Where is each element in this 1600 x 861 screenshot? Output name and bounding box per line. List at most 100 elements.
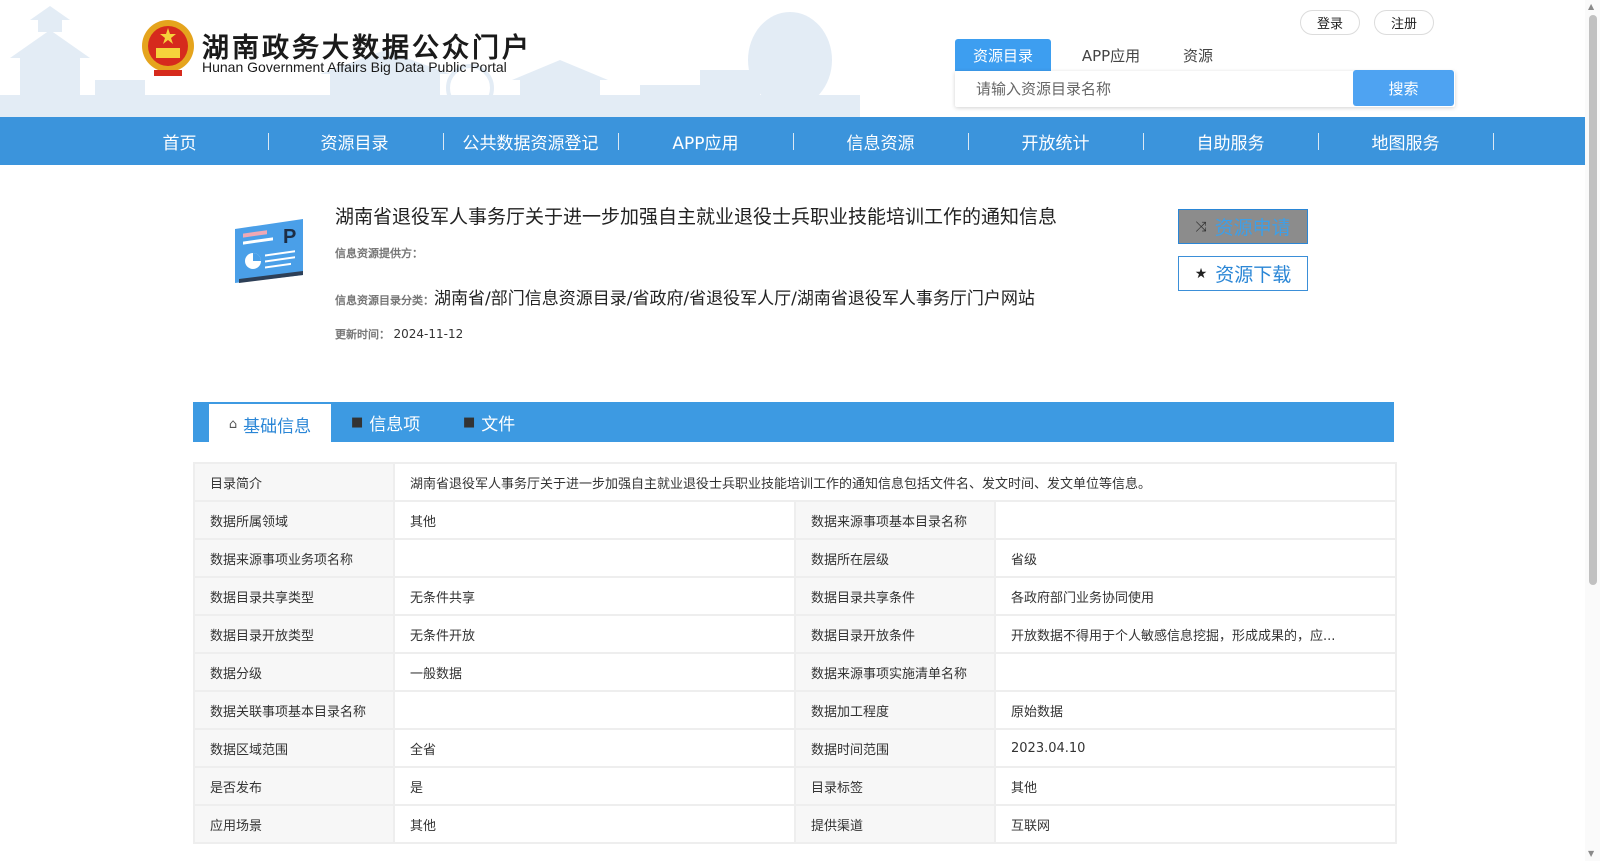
scrollbar-thumb[interactable] <box>1589 15 1597 585</box>
field-value: 其他 <box>393 500 796 540</box>
field-value: 其他 <box>393 804 796 844</box>
field-value <box>994 500 1397 540</box>
field-label: 数据区域范围 <box>193 728 395 768</box>
nav-separator <box>1493 133 1494 150</box>
nav-item-open-stats[interactable]: 开放统计 <box>968 117 1143 165</box>
field-label: 数据目录共享类型 <box>193 576 395 616</box>
field-label: 应用场景 <box>193 804 395 844</box>
field-label: 数据所在层级 <box>794 538 996 578</box>
search-tab-app[interactable]: APP应用 <box>1063 39 1159 71</box>
document-icon: P <box>235 219 303 283</box>
field-value <box>994 652 1397 692</box>
table-row: 数据来源事项业务项名称 数据所在层级 省级 <box>193 538 1397 578</box>
site-header: 湖南政务大数据公众门户 Hunan Government Affairs Big… <box>0 0 1585 117</box>
field-label: 数据分级 <box>193 652 395 692</box>
field-value: 互联网 <box>994 804 1397 844</box>
table-row: 数据目录开放类型 无条件开放 数据目录开放条件 开放数据不得用于个人敏感信息挖掘… <box>193 614 1397 654</box>
category-label: 信息资源目录分类： <box>335 294 434 307</box>
page-scrollbar[interactable]: ▲ ▼ <box>1585 0 1600 861</box>
star-icon: ★ <box>1194 265 1208 282</box>
intro-label: 目录简介 <box>193 462 395 502</box>
portal-logo-subtitle: Hunan Government Affairs Big Data Public… <box>202 59 507 75</box>
resource-download-button[interactable]: ★ 资源下载 <box>1178 256 1308 291</box>
scroll-down-icon[interactable]: ▼ <box>1588 849 1594 858</box>
nav-item-home[interactable]: 首页 <box>92 117 267 165</box>
category-value: 湖南省/部门信息资源目录/省政府/省退役军人厅/湖南省退役军人事务厅门户网站 <box>434 289 1035 309</box>
field-value: 其他 <box>994 766 1397 806</box>
table-row: 数据目录共享类型 无条件共享 数据目录共享条件 各政府部门业务协同使用 <box>193 576 1397 616</box>
nav-item-info-resource[interactable]: 信息资源 <box>793 117 968 165</box>
field-value <box>393 538 796 578</box>
tab-basic-info-label: 基础信息 <box>243 416 312 437</box>
field-value: 原始数据 <box>994 690 1397 730</box>
provider-field: 信息资源提供方： <box>335 245 423 261</box>
field-label: 是否发布 <box>193 766 395 806</box>
field-label: 提供渠道 <box>794 804 996 844</box>
field-label: 数据关联事项基本目录名称 <box>193 690 395 730</box>
tab-basic-info[interactable]: ⌂ 基础信息 <box>209 404 331 444</box>
intro-value: 湖南省退役军人事务厅关于进一步加强自主就业退役士兵职业技能培训工作的通知信息包括… <box>393 462 1397 502</box>
field-value: 各政府部门业务协同使用 <box>994 576 1397 616</box>
table-row: 数据分级 一般数据 数据来源事项实施清单名称 <box>193 652 1397 692</box>
table-row: 目录简介 湖南省退役军人事务厅关于进一步加强自主就业退役士兵职业技能培训工作的通… <box>193 462 1397 502</box>
field-label: 数据所属领域 <box>193 500 395 540</box>
search-tab-resource[interactable]: 资源 <box>1162 39 1234 71</box>
field-value: 2023.04.10 <box>994 728 1397 768</box>
login-button[interactable]: 登录 <box>1300 10 1360 35</box>
field-label: 数据目录开放类型 <box>193 614 395 654</box>
field-label: 数据目录共享条件 <box>794 576 996 616</box>
nav-item-map-service[interactable]: 地图服务 <box>1318 117 1493 165</box>
folder-icon: ■ <box>351 414 364 430</box>
field-value: 全省 <box>393 728 796 768</box>
field-label: 数据加工程度 <box>794 690 996 730</box>
table-row: 数据区域范围 全省 数据时间范围 2023.04.10 <box>193 728 1397 768</box>
updated-label: 更新时间： <box>335 328 390 341</box>
field-value: 开放数据不得用于个人敏感信息挖掘，形成成果的，应... <box>994 614 1397 654</box>
field-label: 数据来源事项业务项名称 <box>193 538 395 578</box>
tab-info-items-label: 信息项 <box>369 414 421 435</box>
basic-info-table: 目录简介 湖南省退役军人事务厅关于进一步加强自主就业退役士兵职业技能培训工作的通… <box>193 462 1397 844</box>
provider-label: 信息资源提供方： <box>335 247 423 260</box>
updated-field: 更新时间： 2024-11-12 <box>335 326 463 342</box>
tab-files[interactable]: ■ 文件 <box>463 402 515 442</box>
table-row: 数据关联事项基本目录名称 数据加工程度 原始数据 <box>193 690 1397 730</box>
table-row: 数据所属领域 其他 数据来源事项基本目录名称 <box>193 500 1397 540</box>
field-label: 数据来源事项实施清单名称 <box>794 652 996 692</box>
tab-files-label: 文件 <box>481 414 516 435</box>
updated-value: 2024-11-12 <box>393 327 464 341</box>
search-input[interactable] <box>955 71 1353 107</box>
tab-info-items[interactable]: ■ 信息项 <box>351 402 420 442</box>
search-box: 搜索 <box>955 70 1455 107</box>
category-field: 信息资源目录分类：湖南省/部门信息资源目录/省政府/省退役军人厅/湖南省退役军人… <box>335 284 1035 309</box>
field-label: 目录标签 <box>794 766 996 806</box>
field-value: 无条件共享 <box>393 576 796 616</box>
home-icon: ⌂ <box>228 416 238 432</box>
main-nav: 首页 资源目录 公共数据资源登记 APP应用 信息资源 开放统计 自助服务 地图… <box>0 117 1585 165</box>
nav-item-self-service[interactable]: 自助服务 <box>1143 117 1318 165</box>
field-label: 数据时间范围 <box>794 728 996 768</box>
resource-download-label: 资源下载 <box>1215 264 1292 286</box>
detail-tabbar: ⌂ 基础信息 ■ 信息项 ■ 文件 <box>193 402 1394 444</box>
field-label: 数据来源事项基本目录名称 <box>794 500 996 540</box>
field-value: 是 <box>393 766 796 806</box>
folder-icon: ■ <box>463 414 476 430</box>
table-row: 应用场景 其他 提供渠道 互联网 <box>193 804 1397 844</box>
nav-item-catalog[interactable]: 资源目录 <box>267 117 442 165</box>
nav-item-public-data-register[interactable]: 公共数据资源登记 <box>443 117 618 165</box>
field-value: 一般数据 <box>393 652 796 692</box>
national-emblem-icon <box>142 20 194 76</box>
page-title: 湖南省退役军人事务厅关于进一步加强自主就业退役士兵职业技能培训工作的通知信息 <box>335 206 1058 228</box>
shuffle-icon: ⤨ <box>1195 218 1207 235</box>
table-row: 是否发布 是 目录标签 其他 <box>193 766 1397 806</box>
resource-apply-button[interactable]: ⤨ 资源申请 <box>1178 209 1308 244</box>
field-value <box>393 690 796 730</box>
resource-apply-label: 资源申请 <box>1214 217 1291 239</box>
search-tab-catalog[interactable]: 资源目录 <box>955 39 1051 71</box>
field-value: 无条件开放 <box>393 614 796 654</box>
search-button[interactable]: 搜索 <box>1353 70 1454 106</box>
scroll-up-icon[interactable]: ▲ <box>1588 2 1594 11</box>
nav-item-app[interactable]: APP应用 <box>618 117 793 165</box>
field-value: 省级 <box>994 538 1397 578</box>
register-button[interactable]: 注册 <box>1374 10 1434 35</box>
field-label: 数据目录开放条件 <box>794 614 996 654</box>
